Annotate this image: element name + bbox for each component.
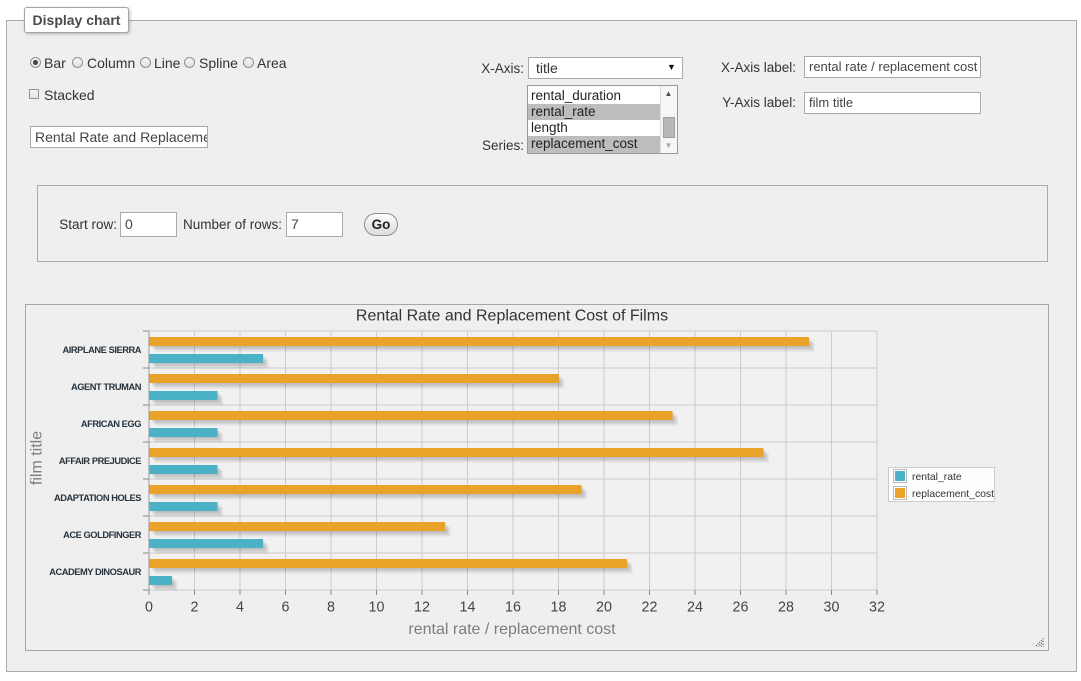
svg-text:6: 6 [282,600,290,616]
svg-text:26: 26 [733,600,749,616]
svg-text:8: 8 [327,600,335,616]
svg-text:AFFAIR PREJUDICE: AFFAIR PREJUDICE [59,456,141,466]
svg-text:film title: film title [29,431,46,485]
svg-text:0: 0 [145,600,153,616]
svg-text:12: 12 [414,600,430,616]
svg-text:14: 14 [460,600,476,616]
svg-text:2: 2 [191,600,199,616]
svg-text:replacement_cost: replacement_cost [912,489,994,500]
svg-text:ADAPTATION HOLES: ADAPTATION HOLES [54,493,141,503]
svg-text:20: 20 [596,600,612,616]
svg-text:rental rate / replacement cost: rental rate / replacement cost [408,621,616,638]
svg-text:24: 24 [687,600,703,616]
svg-text:22: 22 [642,600,658,616]
svg-text:AIRPLANE SIERRA: AIRPLANE SIERRA [63,345,142,355]
svg-text:AFRICAN EGG: AFRICAN EGG [81,419,141,429]
svg-text:Rental Rate and Replacement Co: Rental Rate and Replacement Cost of Film… [356,308,668,325]
svg-text:AGENT TRUMAN: AGENT TRUMAN [71,382,142,392]
svg-text:ACADEMY DINOSAUR: ACADEMY DINOSAUR [49,567,142,577]
svg-text:32: 32 [869,600,885,616]
svg-text:10: 10 [369,600,385,616]
svg-text:16: 16 [505,600,521,616]
svg-text:ACE GOLDFINGER: ACE GOLDFINGER [63,530,142,540]
svg-text:30: 30 [824,600,840,616]
svg-text:28: 28 [778,600,794,616]
svg-text:4: 4 [236,600,244,616]
svg-text:18: 18 [551,600,567,616]
svg-text:rental_rate: rental_rate [912,472,962,483]
